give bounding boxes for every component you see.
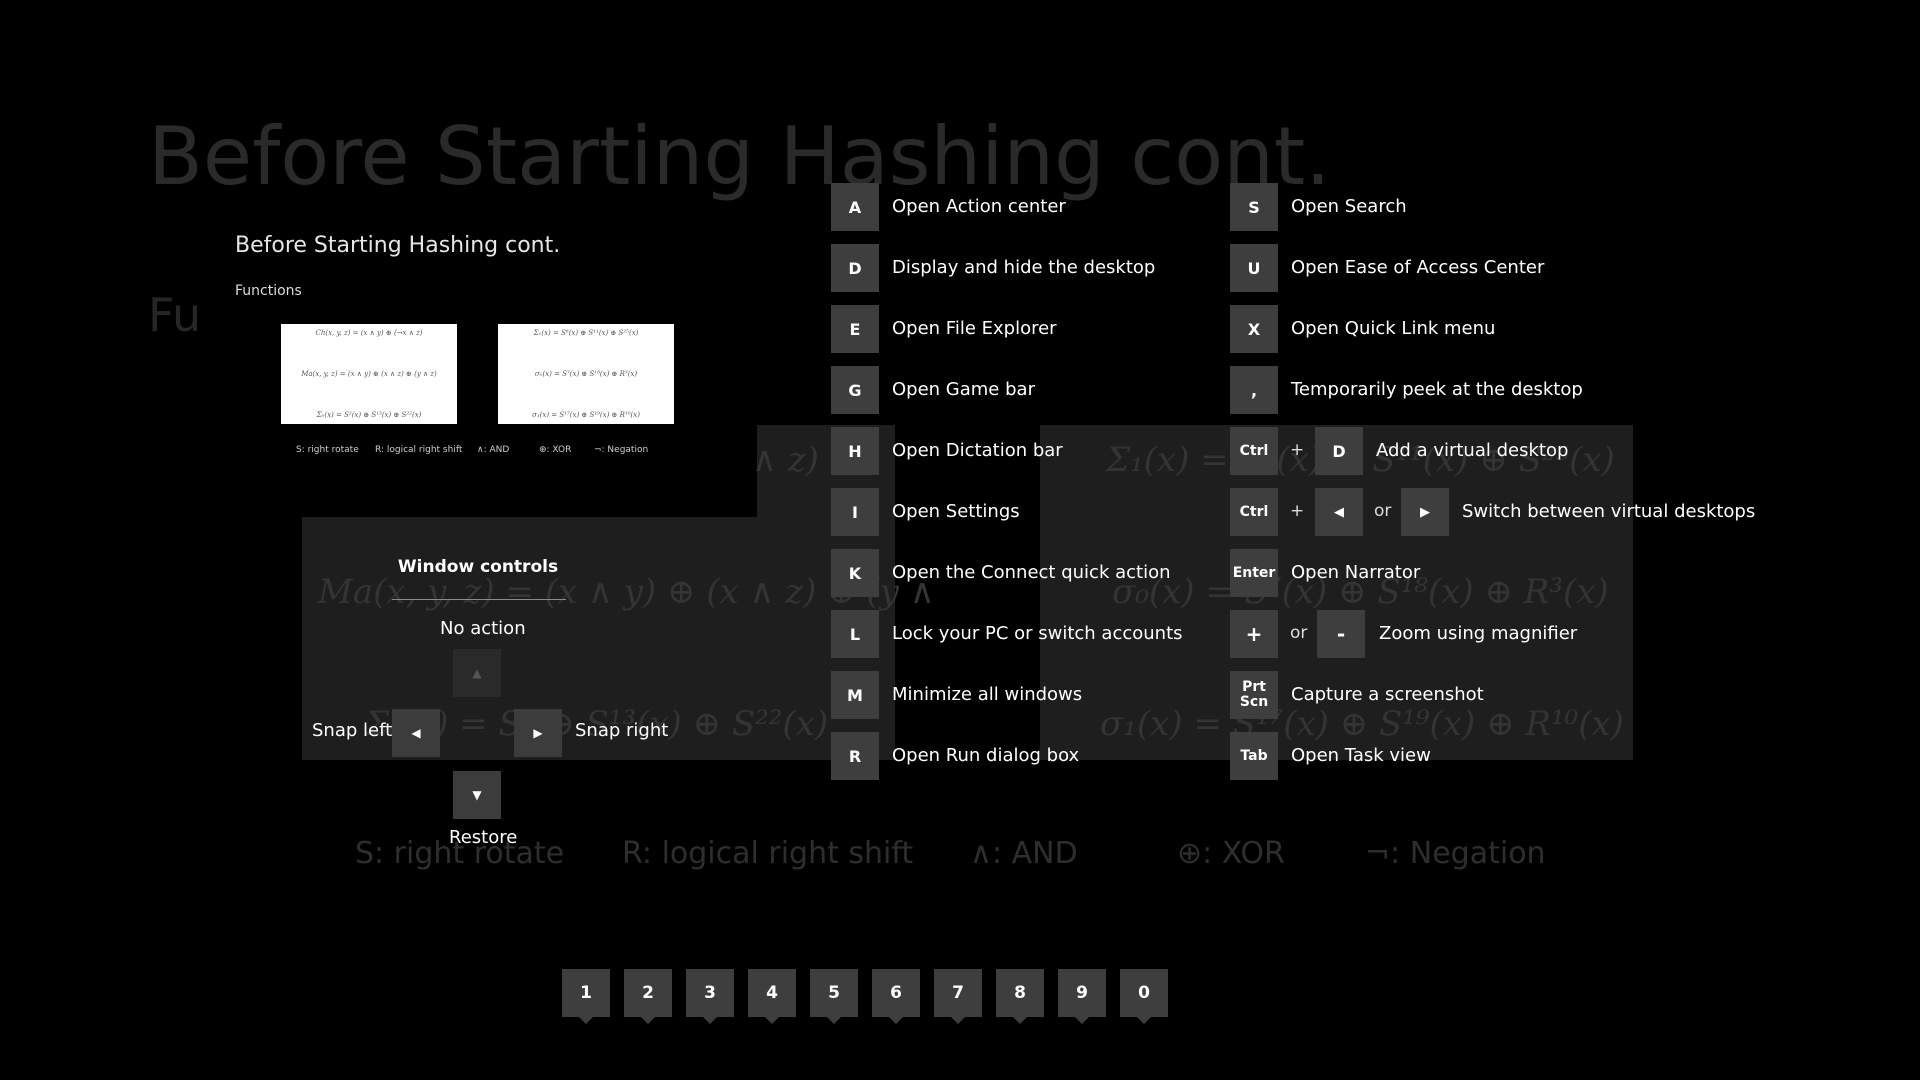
shortcut-key[interactable]: D [831,244,879,292]
preview-legend-item: ∧: AND [477,445,510,455]
number-key-3[interactable]: 3 [686,969,734,1024]
background-functions-fragment: Fu [148,288,202,342]
shortcut-key[interactable]: L [831,610,879,658]
background-formula-sigma1: σ₁(x) = S¹⁷(x) ⊕ S¹⁹(x) ⊕ R¹⁰(x) [1100,704,1624,744]
preview-formula: σ₁(x) = S¹⁷(x) ⊕ S¹⁹(x) ⊕ R¹⁰(x) [532,411,640,419]
restore-label: Restore [449,827,518,848]
preview-legend-item: ⊕: XOR [539,445,572,455]
shortcut-key-u[interactable]: U [1230,244,1278,292]
shortcut-key[interactable]: K [831,549,879,597]
number-key-5[interactable]: 5 [810,969,858,1024]
restore-button[interactable]: ▼ [453,771,501,819]
snap-left-button[interactable]: ◀ [392,709,440,757]
shortcut-key-x[interactable]: X [1230,305,1278,353]
shortcut-key[interactable]: I [831,488,879,536]
down-arrow-icon: ▼ [472,788,482,802]
preview-formula-box-left: Ch(x, y, z) = (x ∧ y) ⊕ (¬x ∧ z) Ma(x, y… [281,324,457,424]
preview-subtitle: Functions [235,283,302,299]
shortcut-key-comma[interactable]: , [1230,366,1278,414]
background-legend-item: ⊕: XOR [1177,836,1285,871]
shortcut-key-ctrl[interactable]: Ctrl [1230,488,1278,536]
number-key-0[interactable]: 0 [1120,969,1168,1024]
window-controls-divider [392,599,566,600]
shortcut-key-d[interactable]: D [1315,427,1363,475]
left-arrow-icon: ◀ [1334,504,1344,520]
shortcut-key-enter[interactable]: Enter [1230,549,1278,597]
snap-right-label: Snap right [575,720,669,741]
shortcut-label: Capture a screenshot [1291,684,1484,705]
preview-formula: Ma(x, y, z) = (x ∧ y) ⊕ (x ∧ z) ⊕ (y ∧ z… [301,370,437,378]
snap-right-button[interactable]: ▶ [514,709,562,757]
shortcut-label: Open Run dialog box [892,745,1080,766]
preview-legend-item: ¬: Negation [594,445,649,455]
plus-separator: + [1290,501,1305,521]
preview-legend-item: S: right rotate [296,445,359,455]
shortcut-key-minus[interactable]: - [1317,610,1365,658]
shortcut-label: Display and hide the desktop [892,257,1156,278]
shortcut-label: Add a virtual desktop [1376,440,1569,461]
shortcut-label: Open Task view [1291,745,1431,766]
up-arrow-icon: ▲ [472,666,482,680]
shortcut-label: Open the Connect quick action [892,562,1171,583]
preview-formula: σ₀(x) = S⁷(x) ⊕ S¹⁸(x) ⊕ R³(x) [534,370,638,378]
preview-title: Before Starting Hashing cont. [235,233,561,258]
number-key-1[interactable]: 1 [562,969,610,1024]
number-key-4[interactable]: 4 [748,969,796,1024]
up-arrow-button[interactable]: ▲ [453,649,501,697]
left-arrow-icon: ◀ [411,726,421,740]
number-key-8[interactable]: 8 [996,969,1044,1024]
window-controls-title: Window controls [397,557,559,577]
preview-formula: Σ₀(x) = S²(x) ⊕ S¹³(x) ⊕ S²²(x) [316,411,422,419]
prtscn-line2: Scn [1239,694,1269,710]
preview-formula: Ch(x, y, z) = (x ∧ y) ⊕ (¬x ∧ z) [315,329,423,337]
background-legend-item: ¬: Negation [1365,836,1546,871]
background-legend-item: R: logical right shift [622,836,914,871]
window-controls-up-label: No action [440,618,526,639]
preview-legend-item: R: logical right shift [375,445,463,455]
shortcut-label: Open Search [1291,196,1407,217]
shortcut-label: Open Quick Link menu [1291,318,1496,339]
shortcut-label: Open Dictation bar [892,440,1063,461]
shortcut-key[interactable]: G [831,366,879,414]
shortcut-key-right-arrow[interactable]: ▶ [1401,488,1449,536]
shortcut-label: Open Narrator [1291,562,1421,583]
shortcut-key[interactable]: E [831,305,879,353]
shortcut-label: Open Ease of Access Center [1291,257,1545,278]
or-separator: or [1374,501,1392,521]
preview-formula: Σ₁(x) = S⁶(x) ⊕ S¹¹(x) ⊕ S²⁵(x) [533,329,639,337]
shortcut-label: Lock your PC or switch accounts [892,623,1183,644]
shortcut-key[interactable]: H [831,427,879,475]
shortcut-key[interactable]: R [831,732,879,780]
or-separator: or [1290,623,1308,643]
prtscn-line1: Prt [1242,679,1266,695]
shortcut-label: Temporarily peek at the desktop [1291,379,1583,400]
shortcut-label: Minimize all windows [892,684,1083,705]
preview-formula-box-right: Σ₁(x) = S⁶(x) ⊕ S¹¹(x) ⊕ S²⁵(x) σ₀(x) = … [498,324,674,424]
shortcut-label: Open File Explorer [892,318,1057,339]
shortcut-label: Zoom using magnifier [1379,623,1578,644]
shortcut-key-s[interactable]: S [1230,183,1278,231]
snap-left-label: Snap left [312,720,393,741]
shortcut-label: Open Action center [892,196,1066,217]
shortcut-label: Open Settings [892,501,1020,522]
plus-separator: + [1290,440,1305,460]
background-slide-title: Before Starting Hashing cont. [148,110,1331,203]
shortcut-label: Switch between virtual desktops [1462,501,1756,522]
background-formula-ch-tail: ∧ z) [752,440,819,480]
shortcut-key-plus[interactable]: + [1230,610,1278,658]
right-arrow-icon: ▶ [1420,504,1430,520]
shortcut-key-left-arrow[interactable]: ◀ [1315,488,1363,536]
number-key-2[interactable]: 2 [624,969,672,1024]
shortcut-key[interactable]: M [831,671,879,719]
shortcut-key-prtscn[interactable]: Prt Scn [1230,671,1278,719]
number-key-9[interactable]: 9 [1058,969,1106,1024]
shortcut-key-ctrl[interactable]: Ctrl [1230,427,1278,475]
shortcut-label: Open Game bar [892,379,1035,400]
shortcut-key-tab[interactable]: Tab [1230,732,1278,780]
number-key-7[interactable]: 7 [934,969,982,1024]
background-legend-item: ∧: AND [970,836,1078,871]
number-key-6[interactable]: 6 [872,969,920,1024]
shortcut-key[interactable]: A [831,183,879,231]
right-arrow-icon: ▶ [533,726,543,740]
